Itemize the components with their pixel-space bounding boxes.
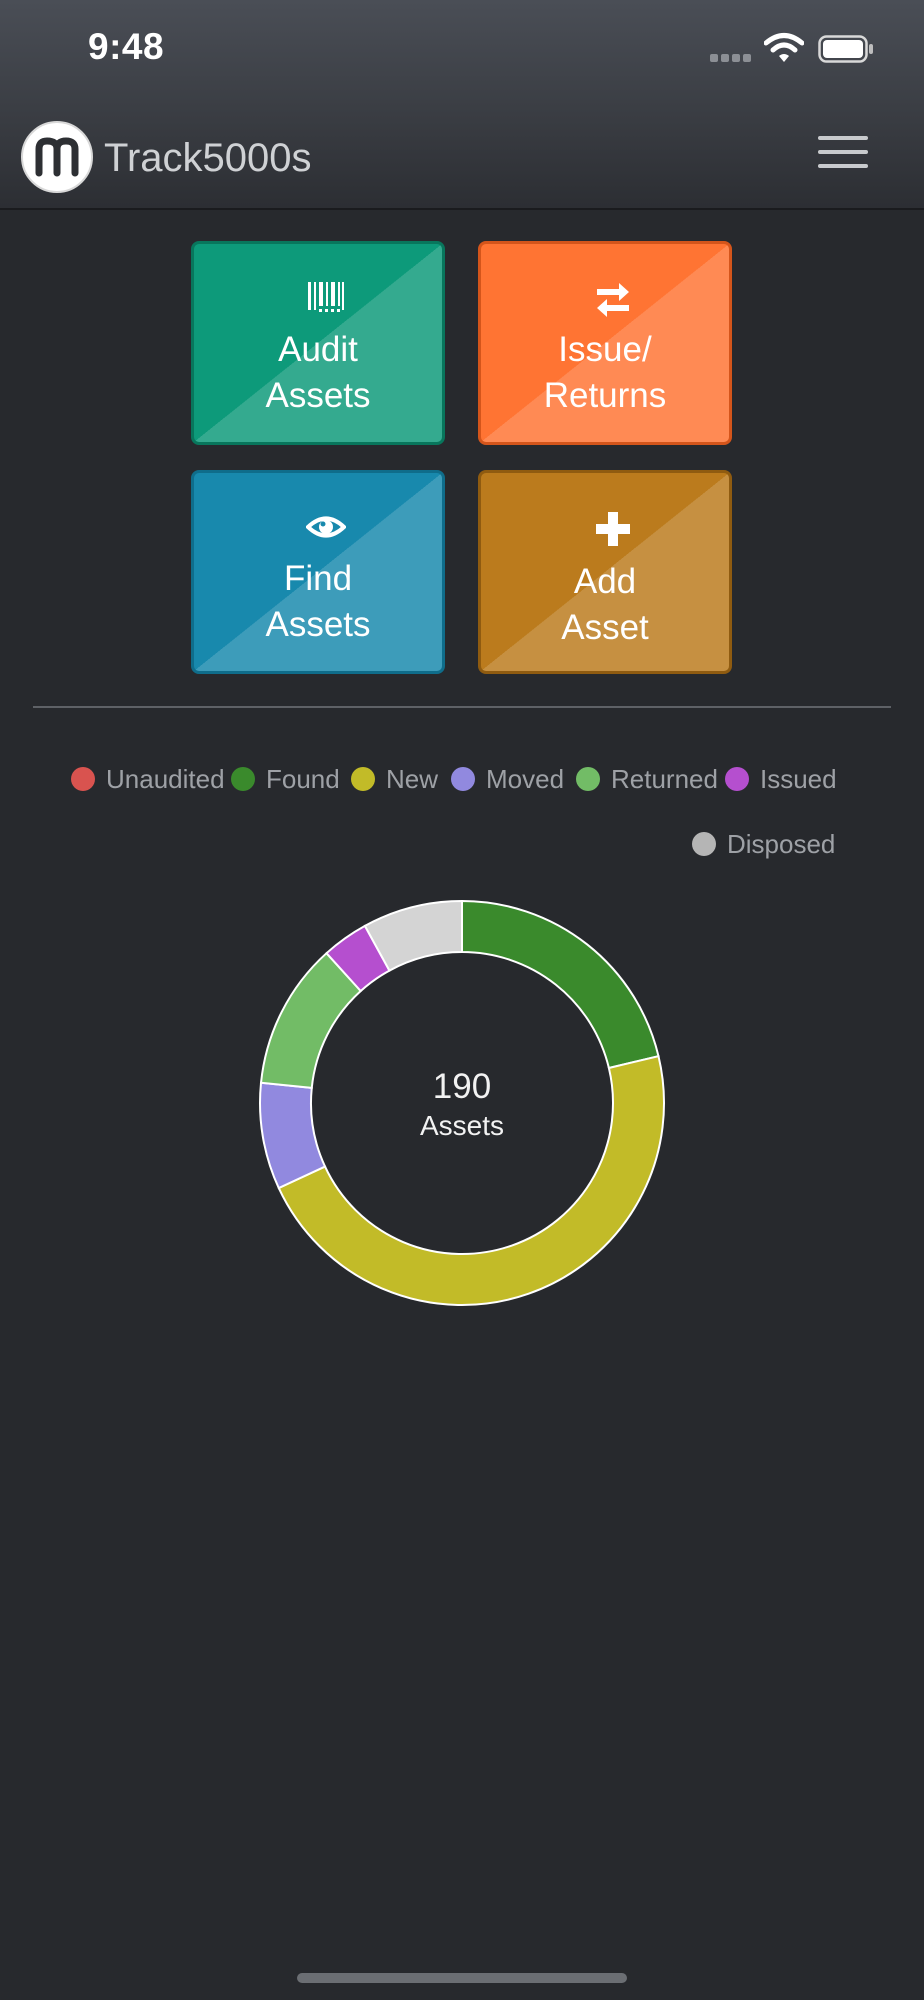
status-time: 9:48 [88, 26, 165, 67]
legend-dot [231, 767, 255, 791]
plus-icon [596, 512, 630, 546]
legend-label: Unaudited [106, 764, 225, 794]
legend-label: New [386, 764, 439, 794]
total-asset-label: Assets [419, 1110, 505, 1141]
legend-dot [351, 767, 375, 791]
add-asset-button[interactable]: Add Asset [478, 470, 732, 674]
legend-dot [71, 767, 95, 791]
legend-dot [451, 767, 475, 791]
swap-arrows-icon [597, 283, 629, 317]
hamburger-menu-icon[interactable] [812, 130, 874, 174]
home-indicator[interactable] [297, 1973, 627, 1983]
tile-label: Add [573, 562, 637, 601]
app-title: Track5000s [104, 136, 312, 180]
legend-label: Found [266, 764, 340, 794]
legend-label: Disposed [727, 829, 836, 859]
tile-label: Returns [543, 376, 667, 415]
tile-label: Assets [265, 376, 371, 415]
legend-dot [576, 767, 600, 791]
legend-dot [692, 832, 716, 856]
barcode-icon [308, 282, 344, 312]
issue-returns-button[interactable]: Issue/ Returns [478, 241, 732, 445]
find-assets-button[interactable]: Find Assets [191, 470, 445, 674]
section-divider [33, 706, 891, 708]
tile-label: Assets [265, 605, 371, 644]
audit-assets-button[interactable]: Audit Assets [191, 241, 445, 445]
legend-dot [725, 767, 749, 791]
tile-label: Asset [561, 608, 649, 647]
total-asset-count: 190 [432, 1067, 492, 1106]
donut-slice-found [461, 899, 660, 1070]
tile-label: Audit [278, 330, 358, 369]
eye-icon [306, 516, 346, 538]
cell-signal-icon [710, 54, 752, 64]
legend-label: Issued [760, 764, 837, 794]
legend-label: Returned [611, 764, 718, 794]
app-header: 9:48 Track5000s [0, 0, 924, 210]
battery-icon [818, 35, 873, 63]
m-logo-icon [21, 121, 93, 193]
tile-label: Find [283, 559, 353, 598]
wifi-icon [764, 33, 804, 62]
legend-label: Moved [486, 764, 565, 794]
tile-label: Issue/ [558, 330, 652, 369]
